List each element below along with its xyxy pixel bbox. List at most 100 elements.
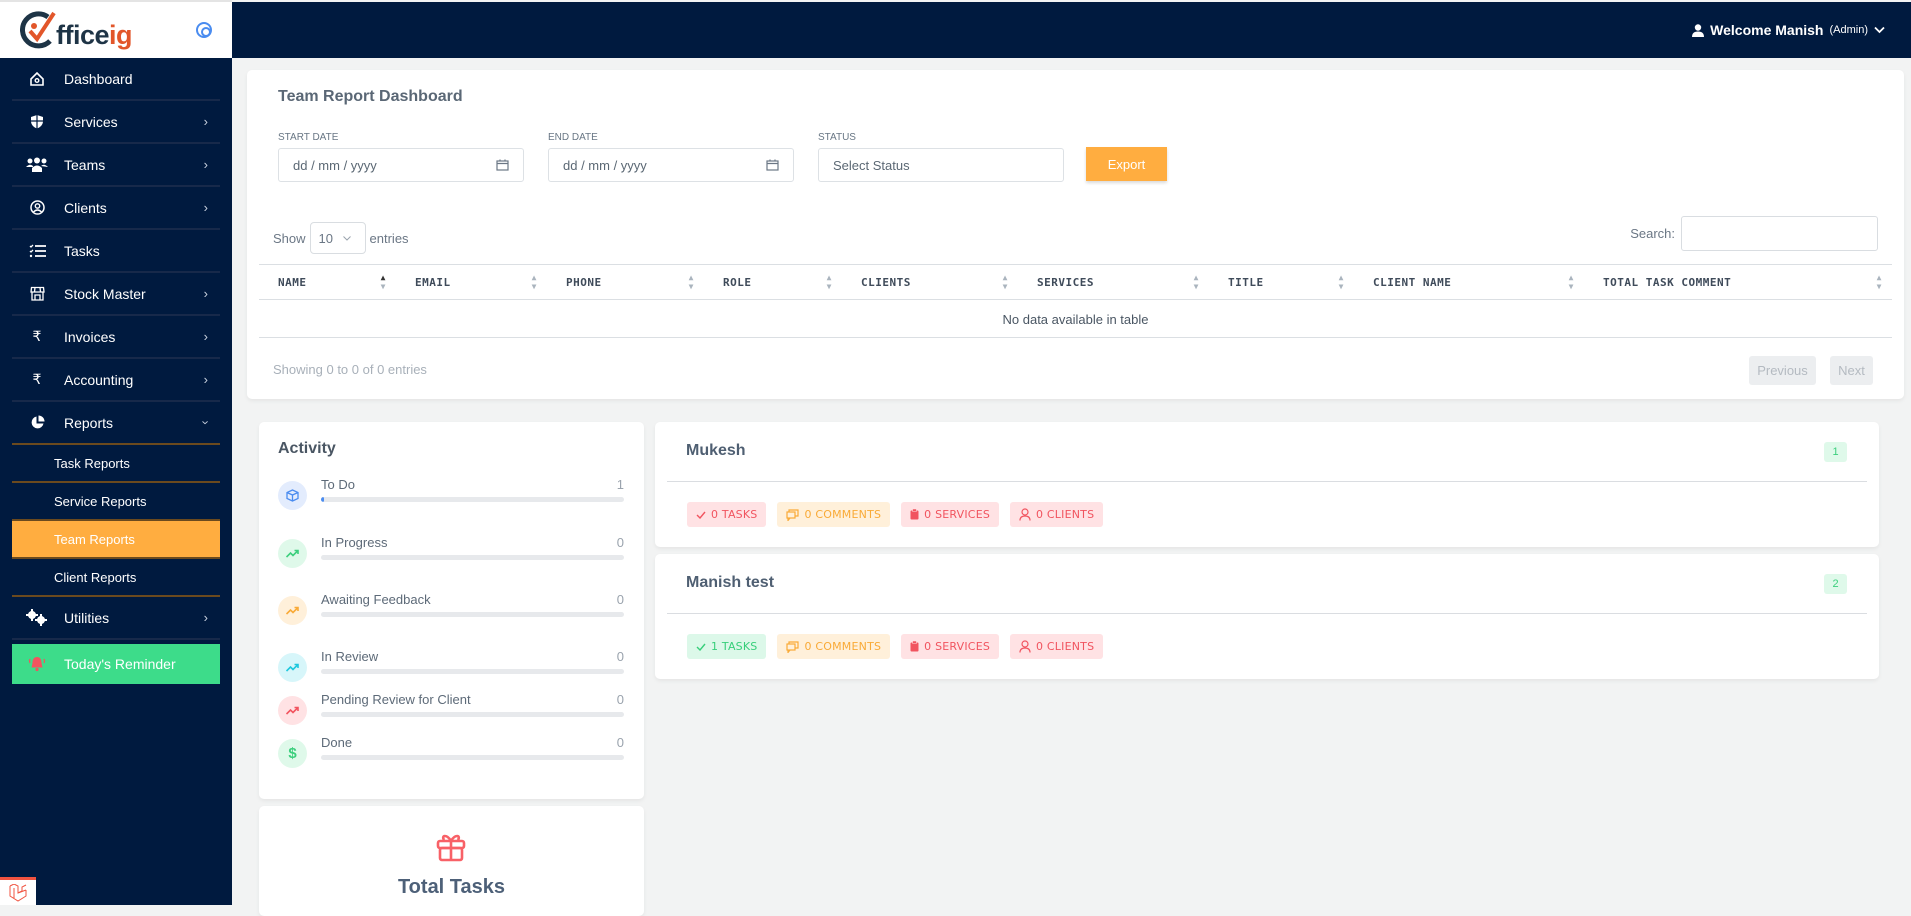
sidebar-item-stock-master[interactable]: Stock Master ›	[12, 273, 220, 316]
sidebar-subitem-team-reports[interactable]: Team Reports	[12, 521, 220, 559]
activity-label: Awaiting Feedback	[321, 592, 431, 607]
clients-badge[interactable]: 0 CLIENTS	[1010, 634, 1104, 659]
sidebar-item-reports[interactable]: Reports ›	[12, 402, 220, 445]
sidebar: ffice ig Dashboard Services › Teams › Cli…	[0, 0, 232, 905]
end-date-placeholder: dd / mm / yyyy	[563, 157, 647, 173]
end-date-input[interactable]: dd / mm / yyyy	[548, 148, 794, 182]
activity-row: In Progress 0	[278, 535, 624, 575]
check-icon	[696, 511, 706, 519]
trending-up-icon	[278, 596, 307, 625]
column-label: PHONE	[566, 275, 602, 289]
activity-label: In Review	[321, 649, 379, 664]
chevron-right-icon: ›	[203, 372, 208, 387]
sidebar-subitem-client-reports[interactable]: Client Reports	[12, 559, 220, 597]
team-report-card: Team Report Dashboard START DATE dd / mm…	[247, 70, 1904, 399]
previous-page-button[interactable]: Previous	[1749, 356, 1816, 385]
column-header-total-task-comment[interactable]: TOTAL TASK COMMENT ▲ ▼	[1584, 265, 1892, 299]
services-badge[interactable]: 0 SERVICES	[901, 634, 1000, 659]
page-title: Team Report Dashboard	[278, 88, 463, 105]
calendar-icon[interactable]	[766, 159, 779, 171]
column-header-title[interactable]: TITLE ▲ ▼	[1209, 265, 1354, 299]
activity-progress-bar	[321, 669, 624, 674]
member-stats: 1 TASKS 0 COMMENTS 0 SERVICES 0 CLIENTS	[687, 634, 1104, 659]
chevron-right-icon: ›	[203, 157, 208, 172]
user-menu[interactable]: Welcome Manish (Admin)	[1692, 22, 1885, 38]
sort-icon: ▲ ▼	[1876, 273, 1882, 291]
activity-count: 0	[616, 649, 624, 664]
member-index-badge: 2	[1824, 574, 1847, 594]
status-label: STATUS	[818, 132, 856, 143]
start-date-label: START DATE	[278, 132, 339, 143]
sidebar-item-label: Stock Master	[64, 285, 146, 302]
column-header-client-name[interactable]: CLIENT NAME ▲ ▼	[1354, 265, 1584, 299]
activity-label: Pending Review for Client	[321, 692, 471, 707]
tasks-badge[interactable]: 0 TASKS	[687, 502, 767, 527]
sidebar-item-tasks[interactable]: Tasks	[12, 230, 220, 273]
column-label: CLIENT NAME	[1373, 275, 1452, 289]
status-select[interactable]: Select Status	[818, 148, 1064, 182]
column-header-email[interactable]: EMAIL ▲ ▼	[396, 265, 547, 299]
total-tasks-title: Total Tasks	[397, 876, 506, 898]
logo-check-icon	[20, 11, 56, 49]
start-date-input[interactable]: dd / mm / yyyy	[278, 148, 524, 182]
task-list-icon	[22, 244, 52, 258]
column-header-name[interactable]: NAME ▲ ▼	[259, 265, 396, 299]
sidebar-item-label: Utilities	[64, 609, 110, 626]
sidebar-item-teams[interactable]: Teams ›	[12, 144, 220, 187]
laravel-debug-icon[interactable]	[0, 877, 36, 905]
sidebar-toggle-icon[interactable]	[196, 22, 212, 38]
activity-progress-fill	[321, 497, 325, 502]
user-circle-icon	[22, 200, 52, 215]
column-header-phone[interactable]: PHONE ▲ ▼	[547, 265, 704, 299]
table-header: NAME ▲ ▼ EMAIL ▲ ▼ PHONE ▲ ▼ ROLE ▲ ▼ CLIENTS ▲ ▼ …	[259, 264, 1892, 300]
clients-badge[interactable]: 0 CLIENTS	[1010, 502, 1104, 527]
tasks-badge[interactable]: 1 TASKS	[687, 634, 767, 659]
calendar-icon[interactable]	[496, 159, 509, 171]
member-card: Manish test 2 1 TASKS 0 COMMENTS 0 SERVI…	[655, 554, 1879, 679]
sidebar-subitem-task-reports[interactable]: Task Reports	[12, 445, 220, 483]
column-label: ROLE	[723, 275, 752, 289]
activity-row: In Review 0	[278, 649, 624, 689]
search-input[interactable]	[1681, 216, 1878, 251]
dollar-icon: $	[278, 739, 307, 768]
entries-select[interactable]: 10	[309, 222, 366, 254]
column-header-role[interactable]: ROLE ▲ ▼	[704, 265, 842, 299]
activity-progress-bar	[321, 755, 624, 760]
column-label: TOTAL TASK COMMENT	[1603, 275, 1732, 289]
activity-count: 0	[616, 692, 624, 707]
entries-length-control: Show 10 entries	[273, 222, 409, 254]
column-header-clients[interactable]: CLIENTS ▲ ▼	[842, 265, 1018, 299]
sidebar-item-label: Services	[64, 113, 118, 130]
activity-row: To Do 1	[278, 477, 624, 517]
export-button[interactable]: Export	[1086, 147, 1167, 181]
member-index-badge: 1	[1824, 442, 1847, 462]
sidebar-item-utilities[interactable]: Utilities ›	[12, 597, 220, 640]
activity-label: To Do	[321, 477, 355, 492]
next-page-button[interactable]: Next	[1830, 356, 1873, 385]
sidebar-subitem-service-reports[interactable]: Service Reports	[12, 483, 220, 521]
column-header-services[interactable]: SERVICES ▲ ▼	[1018, 265, 1209, 299]
clipboard-icon	[910, 509, 919, 520]
member-name: Manish test	[686, 574, 775, 591]
sidebar-item-accounting[interactable]: ₹ Accounting ›	[12, 359, 220, 402]
sidebar-item-services[interactable]: Services ›	[12, 101, 220, 144]
comments-badge[interactable]: 0 COMMENTS	[777, 502, 891, 527]
user-icon	[1019, 508, 1031, 521]
sidebar-item-clients[interactable]: Clients ›	[12, 187, 220, 230]
sidebar-item-invoices[interactable]: ₹ Invoices ›	[12, 316, 220, 359]
sidebar-item-label: Dashboard	[64, 70, 133, 87]
activity-title: Activity	[278, 440, 336, 457]
sidebar-item-dashboard[interactable]: Dashboard	[12, 58, 220, 101]
services-badge[interactable]: 0 SERVICES	[901, 502, 1000, 527]
logo[interactable]: ffice ig	[20, 9, 133, 51]
search-label: Search:	[1630, 226, 1675, 241]
comments-badge[interactable]: 0 COMMENTS	[777, 634, 891, 659]
start-date-placeholder: dd / mm / yyyy	[293, 157, 377, 173]
column-label: NAME	[278, 275, 307, 289]
activity-label: Done	[321, 735, 353, 750]
todays-reminder-button[interactable]: Today's Reminder	[12, 644, 220, 684]
user-icon	[1019, 640, 1031, 653]
top-navbar: Welcome Manish (Admin)	[232, 2, 1911, 58]
check-icon	[696, 643, 706, 651]
clients-count: 0 CLIENTS	[1036, 640, 1095, 653]
